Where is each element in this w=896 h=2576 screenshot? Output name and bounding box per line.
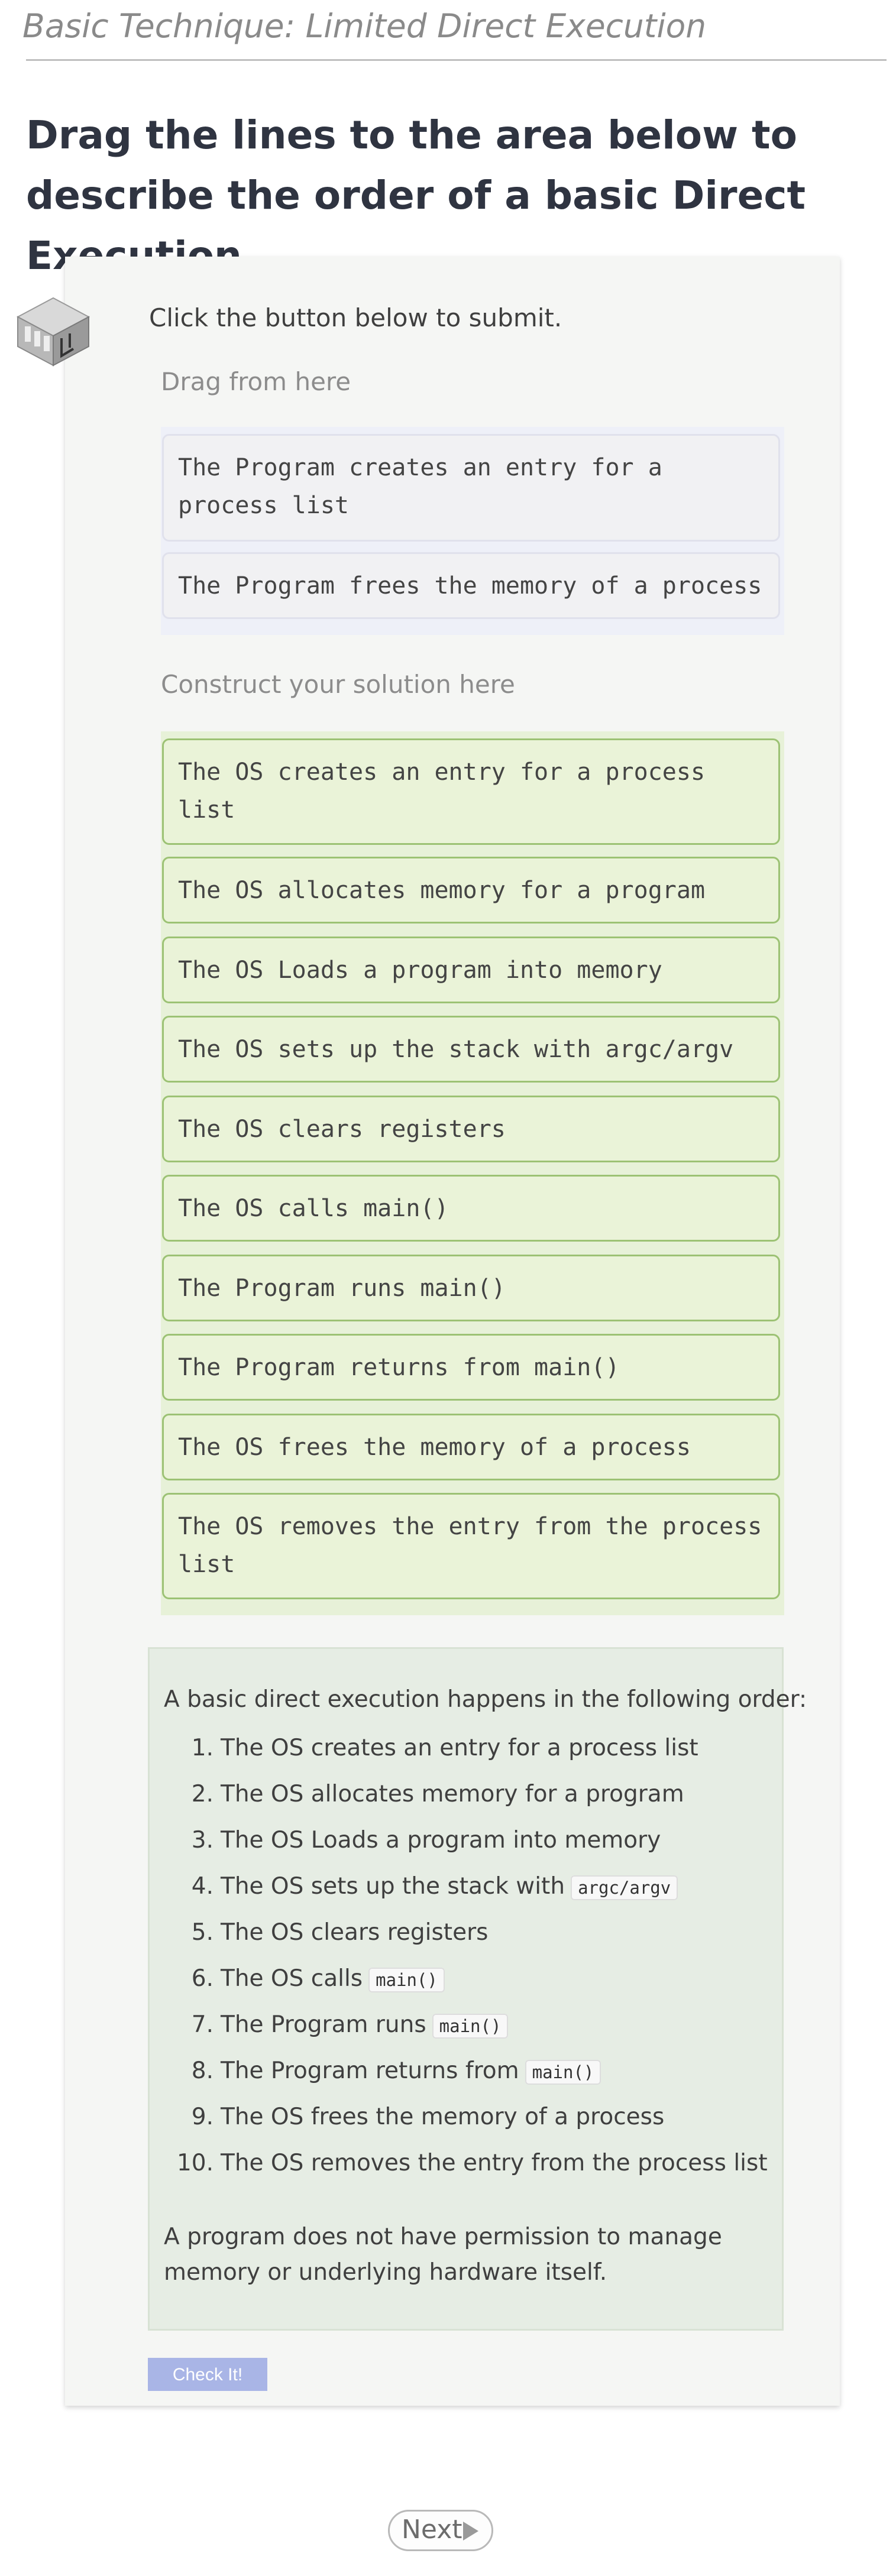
next-button[interactable]: Next <box>388 2510 493 2551</box>
feedback-note: A program does not have permission to ma… <box>164 2224 722 2286</box>
solution-line[interactable]: The OS frees the memory of a process <box>162 1414 780 1480</box>
step-number: 5. <box>191 1919 214 1946</box>
step-number: 2. <box>191 1781 214 1807</box>
solution-line[interactable]: The OS allocates memory for a program <box>162 857 780 924</box>
server-cube-icon <box>11 290 96 372</box>
list-item: 10. The OS removes the entry from the pro… <box>150 2147 768 2180</box>
list-item: 1. The OS creates an entry for a process … <box>150 1732 698 1765</box>
draggable-line[interactable]: The Program frees the memory of a proces… <box>162 552 780 619</box>
step-number: 6. <box>191 1965 214 1992</box>
solution-line[interactable]: The OS clears registers <box>162 1096 780 1162</box>
step-text: The OS allocates memory for a program <box>221 1781 684 1807</box>
solution-line[interactable]: The OS sets up the stack with argc/argv <box>162 1016 780 1083</box>
step-number: 9. <box>191 2104 214 2130</box>
play-arrow-icon <box>463 2522 478 2541</box>
step-text: The OS sets up the stack with <box>221 1873 565 1900</box>
list-item: 9. The OS frees the memory of a process <box>150 2101 665 2134</box>
step-text: The OS Loads a program into memory <box>221 1827 661 1854</box>
step-number: 4. <box>191 1873 214 1900</box>
title-divider <box>26 59 887 61</box>
inline-code: main() <box>368 1968 445 1992</box>
step-number: 3. <box>191 1827 214 1854</box>
step-text: The Program runs <box>221 2011 426 2038</box>
list-item: 8. The Program returns from main() <box>150 2055 601 2088</box>
inline-code: argc/argv <box>571 1875 678 1900</box>
drag-source-zone[interactable]: The Program creates an entry for a proce… <box>161 427 784 635</box>
step-text: The OS removes the entry from the proces… <box>221 2150 768 2176</box>
list-item: 7. The Program runs main() <box>150 2008 509 2042</box>
solution-line[interactable]: The OS calls main() <box>162 1175 780 1242</box>
step-text: The OS clears registers <box>221 1919 489 1946</box>
step-number: 8. <box>191 2057 214 2084</box>
source-zone-label: Drag from here <box>161 367 351 396</box>
next-button-label: Next <box>402 2515 462 2545</box>
list-item: 3. The OS Loads a program into memory <box>150 1824 661 1857</box>
submit-instruction: Click the button below to submit. <box>149 303 562 332</box>
solution-line[interactable]: The Program returns from main() <box>162 1334 780 1401</box>
inline-code: main() <box>525 2060 601 2085</box>
solution-line[interactable]: The OS creates an entry for a process li… <box>162 738 780 845</box>
step-number: 1. <box>191 1735 214 1761</box>
page-title: Basic Technique: Limited Direct Executio… <box>22 7 707 45</box>
step-number: 7. <box>191 2011 214 2038</box>
solution-line[interactable]: The OS removes the entry from the proces… <box>162 1493 780 1599</box>
list-item: 2. The OS allocates memory for a program <box>150 1778 684 1811</box>
feedback-panel: A basic direct execution happens in the … <box>148 1647 807 2331</box>
feedback-intro: A basic direct execution happens in the … <box>164 1686 807 1713</box>
solution-drop-zone[interactable]: The OS creates an entry for a process li… <box>161 731 784 1615</box>
list-item: 6. The OS calls main() <box>150 1962 445 1995</box>
step-text: The OS creates an entry for a process li… <box>221 1735 698 1761</box>
list-item: 5. The OS clears registers <box>150 1916 489 1949</box>
step-text: The Program returns from <box>221 2057 519 2084</box>
list-item: 4. The OS sets up the stack with argc/argv <box>150 1870 678 1903</box>
draggable-line[interactable]: The Program creates an entry for a proce… <box>162 434 780 542</box>
solution-line[interactable]: The OS Loads a program into memory <box>162 937 780 1003</box>
step-text: The OS calls <box>221 1965 363 1992</box>
check-it-button[interactable]: Check It! <box>148 2358 267 2391</box>
target-zone-label: Construct your solution here <box>161 670 515 699</box>
step-number: 10. <box>176 2150 214 2176</box>
solution-line[interactable]: The Program runs main() <box>162 1255 780 1321</box>
inline-code: main() <box>432 2014 509 2039</box>
step-text: The OS frees the memory of a process <box>221 2104 665 2130</box>
